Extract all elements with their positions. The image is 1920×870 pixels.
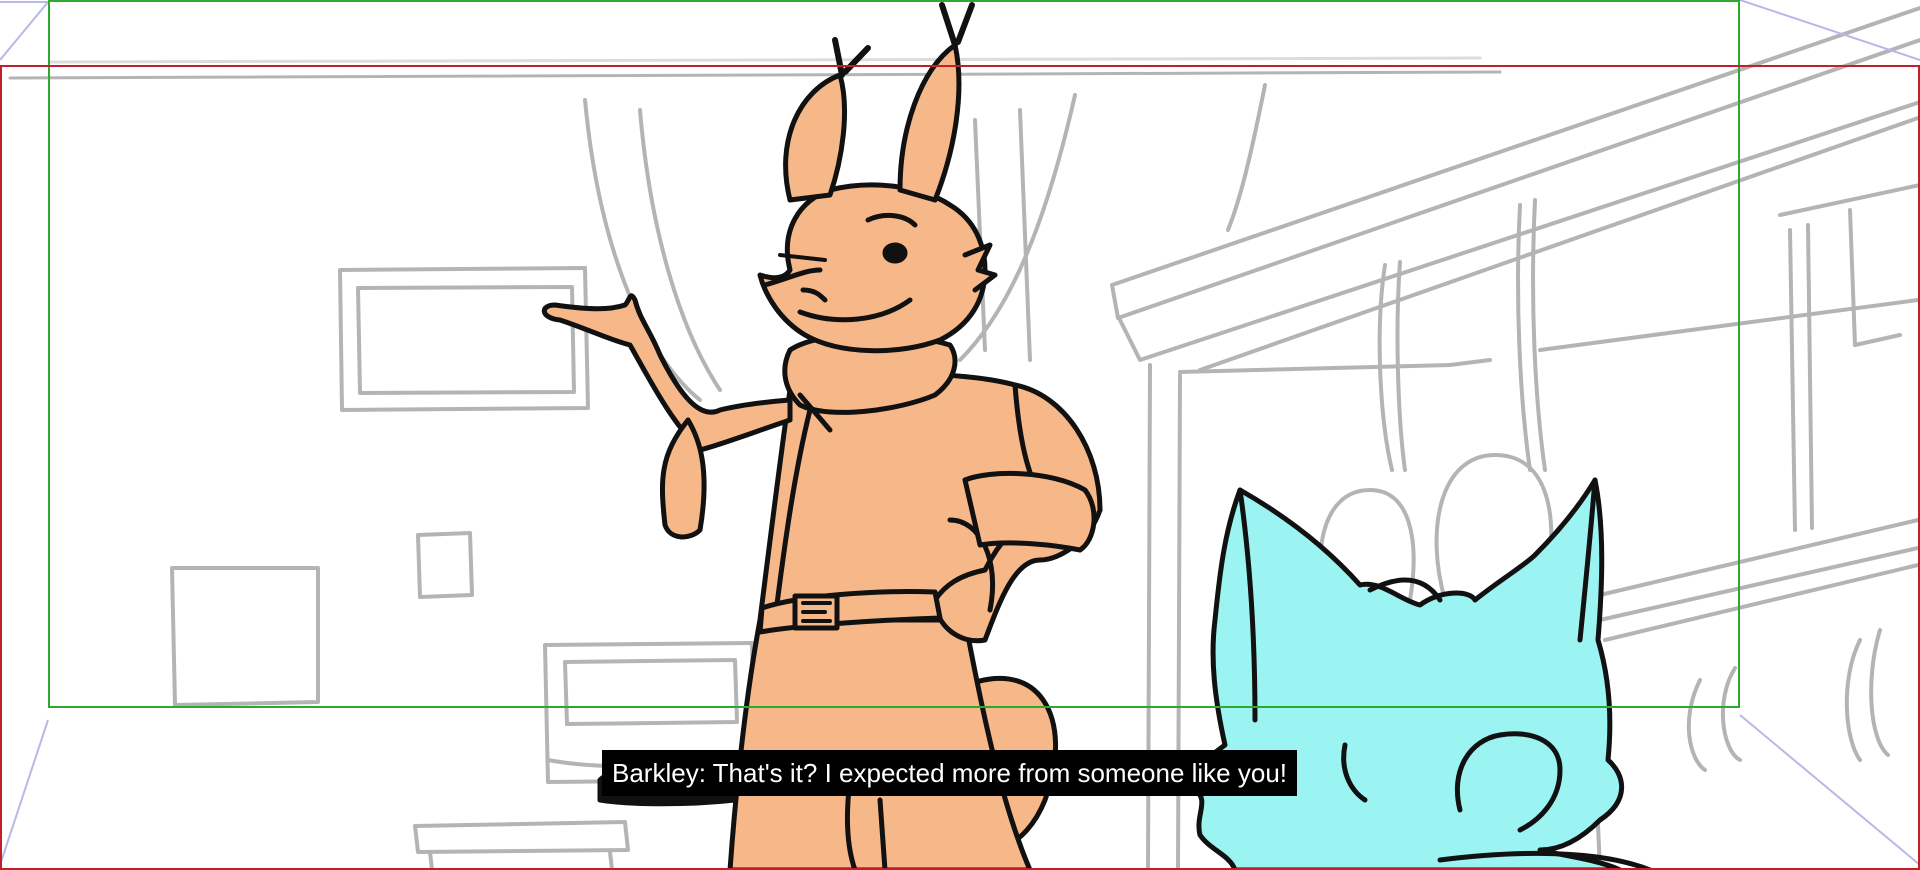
subtitle-caption: Barkley: That's it? I expected more from… — [602, 750, 1298, 796]
storyboard-panel — [0, 0, 1920, 870]
subtitle-text: Barkley: That's it? I expected more from… — [612, 758, 1288, 788]
blue-character — [1191, 477, 1653, 870]
storyboard-frame: Barkley: That's it? I expected more from… — [0, 0, 1920, 870]
barkley-character — [541, 2, 1103, 870]
